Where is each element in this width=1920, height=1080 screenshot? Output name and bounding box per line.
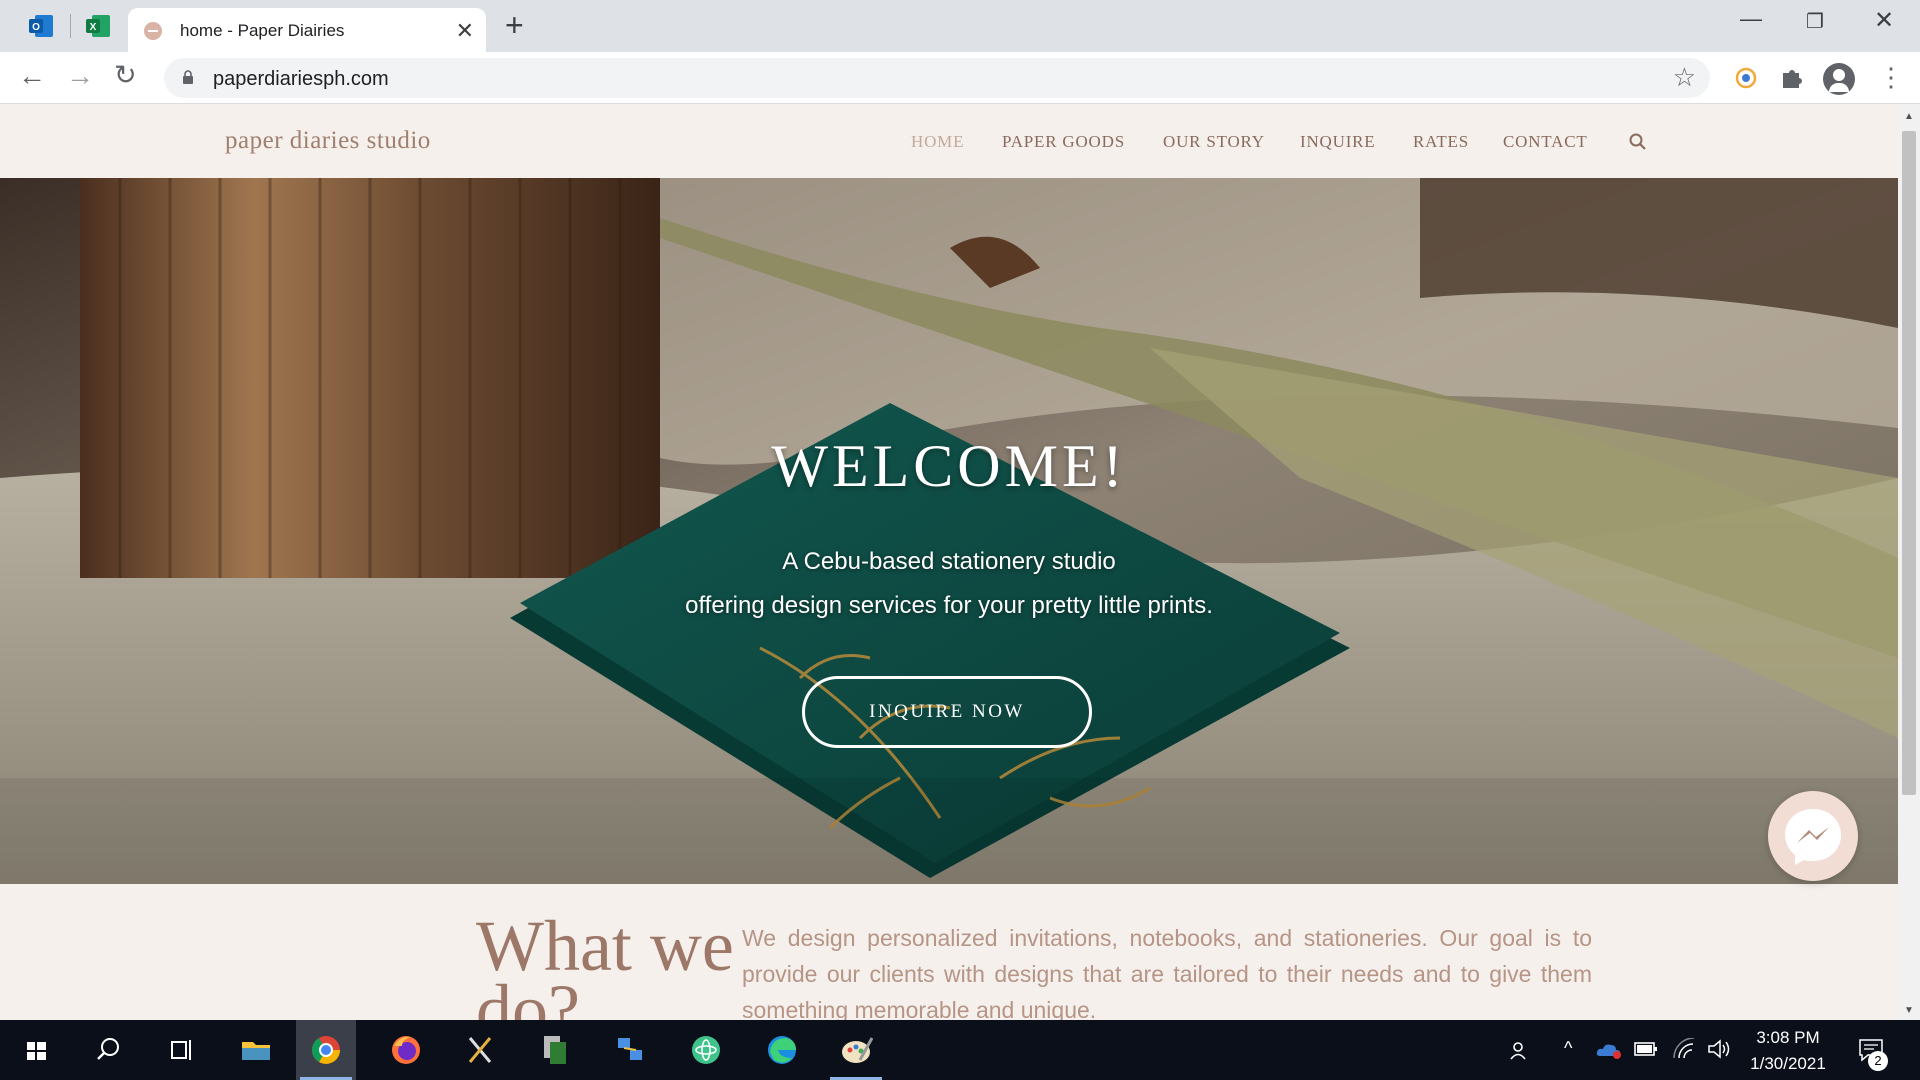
atom-icon[interactable] [676,1020,736,1080]
notification-count-badge: 2 [1868,1051,1888,1071]
outlook-pinned-tab-icon[interactable]: O [27,12,55,40]
nav-our-story[interactable]: OUR STORY [1163,132,1265,152]
volume-icon[interactable] [1706,1038,1732,1060]
extensions-puzzle-icon[interactable] [1778,64,1806,92]
clock-date[interactable]: 1/30/2021 [1740,1054,1836,1074]
profile-avatar-icon[interactable] [1823,63,1855,95]
forward-icon[interactable]: → [66,60,94,92]
paint-taskbar-button[interactable] [826,1020,886,1080]
windows-taskbar: ^ 3:08 PM 1/30/2021 2 [0,1020,1920,1080]
scroll-down-icon[interactable]: ▼ [1904,1005,1914,1016]
site-favicon-icon [144,22,162,40]
nav-home[interactable]: HOME [911,132,964,152]
nav-rates[interactable]: RATES [1413,132,1469,152]
svg-text:O: O [32,22,40,33]
network-app-icon[interactable] [600,1020,660,1080]
nav-inquire[interactable]: INQUIRE [1300,132,1375,152]
about-section: What we do? We design personalized invit… [0,884,1898,1020]
edge-icon[interactable] [752,1020,812,1080]
scroll-thumb[interactable] [1902,131,1916,795]
bookmark-star-icon[interactable]: ☆ [1673,62,1696,93]
svg-text:X: X [90,22,97,33]
hero-background-image [0,178,1898,884]
lock-icon [183,70,193,84]
pinned-tab-separator [70,14,71,38]
site-header: paper diaries studio HOME PAPER GOODS OU… [0,105,1898,178]
start-icon[interactable] [6,1020,66,1080]
task-view-icon[interactable] [150,1020,210,1080]
reload-icon[interactable]: ↻ [114,60,137,91]
site-logo[interactable]: paper diaries studio [225,127,431,155]
battery-icon[interactable] [1634,1040,1658,1058]
app-x-icon[interactable] [450,1020,510,1080]
url-text[interactable]: paperdiariesph.com [213,68,389,91]
extension-icon[interactable] [1732,64,1760,92]
nav-paper-goods[interactable]: PAPER GOODS [1002,132,1125,152]
browser-toolbar: ← → ↻ paperdiariesph.com ☆ ⋮ [0,52,1920,104]
clock-time[interactable]: 3:08 PM [1752,1028,1824,1048]
chrome-taskbar-button[interactable] [296,1020,356,1080]
hero-banner: WELCOME! A Cebu-based stationery studio … [0,178,1898,884]
address-bar[interactable]: paperdiariesph.com ☆ [164,58,1710,98]
hero-title: WELCOME! [771,433,1127,499]
search-icon[interactable] [78,1020,138,1080]
minimize-icon[interactable]: — [1740,6,1762,32]
people-icon[interactable] [1508,1038,1532,1062]
tab-active[interactable]: home - Paper Diairies ✕ [128,8,486,52]
show-hidden-icons-icon[interactable]: ^ [1564,1038,1572,1059]
new-tab-button[interactable]: + [505,7,524,44]
window-close-icon[interactable]: ✕ [1874,6,1894,35]
browser-tab-strip: O X home - Paper Diairies ✕ + — ❐ ✕ [0,0,1920,52]
onedrive-icon[interactable] [1596,1040,1622,1060]
back-icon[interactable]: ← [18,60,46,92]
wifi-icon[interactable] [1672,1038,1696,1060]
messenger-icon [1785,809,1841,865]
nav-contact[interactable]: CONTACT [1503,132,1588,152]
page-scrollbar[interactable]: ▲ ▼ [1898,105,1920,1020]
messenger-chat-button[interactable] [1768,791,1858,881]
excel-pinned-tab-icon[interactable]: X [84,12,112,40]
chrome-icon [312,1036,340,1064]
hero-tagline-line2: offering design services for your pretty… [685,592,1213,619]
about-title: What we do? [476,906,734,1020]
files-app-icon[interactable] [526,1020,586,1080]
hero-tagline-line1: A Cebu-based stationery studio [782,548,1116,575]
file-explorer-icon[interactable] [226,1020,286,1080]
browser-menu-icon[interactable]: ⋮ [1878,62,1904,93]
restore-icon[interactable]: ❐ [1806,9,1824,34]
search-icon[interactable] [1628,132,1648,152]
firefox-icon[interactable] [376,1020,436,1080]
inquire-now-button[interactable]: INQUIRE NOW [802,676,1092,748]
tab-close-icon[interactable]: ✕ [456,18,474,44]
webpage: paper diaries studio HOME PAPER GOODS OU… [0,105,1898,1020]
paint-icon [842,1037,874,1063]
tab-title: home - Paper Diairies [180,21,345,40]
about-text: We design personalized invitations, note… [742,925,1592,1020]
scroll-up-icon[interactable]: ▲ [1904,111,1914,122]
